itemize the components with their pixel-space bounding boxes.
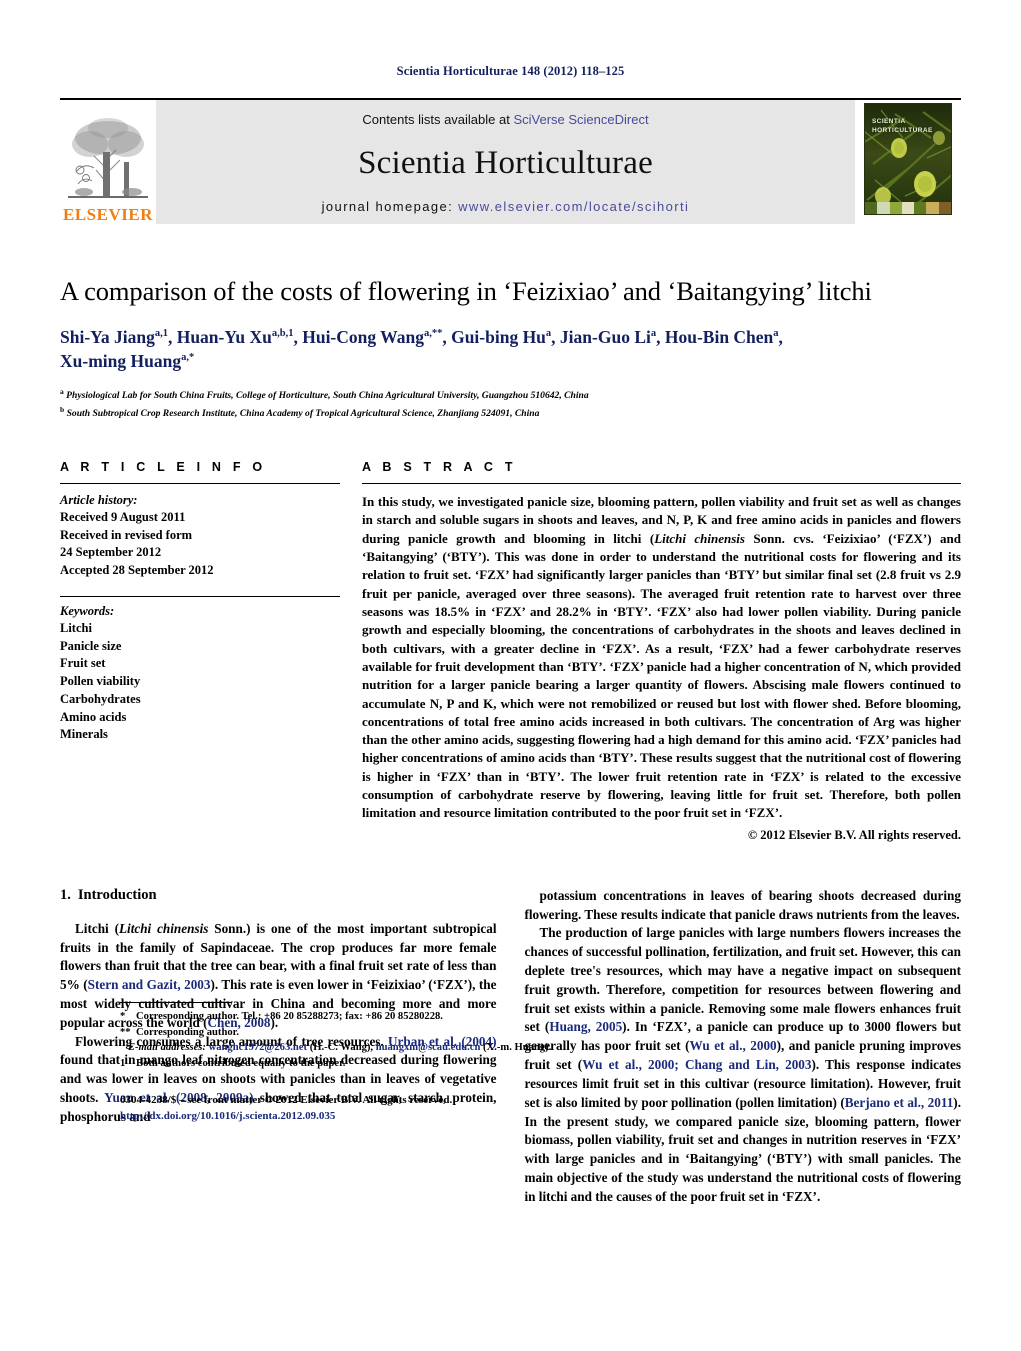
article-info-column: A R T I C L E I N F O Article history: R… — [60, 460, 340, 843]
footnote-text: Both authors contributed equally to the … — [136, 1057, 346, 1069]
divider — [60, 482, 340, 484]
info-and-abstract: A R T I C L E I N F O Article history: R… — [60, 460, 961, 843]
email-label: E-mail addresses: — [127, 1042, 206, 1054]
list-item: Pollen viability — [60, 674, 141, 689]
footnote-equal-contribution: 1 Both authors contributed equally to the… — [120, 1056, 557, 1072]
footnote-mark: 1 — [120, 1057, 126, 1069]
journal-homepage-line: journal homepage: www.elsevier.com/locat… — [322, 199, 690, 214]
author-line-2: Xu-ming Huanga,* — [60, 351, 195, 372]
journal-cover-thumbnail: SCIENTIA HORTICULTURAE — [855, 100, 961, 224]
footnote-corresponding-1: * Corresponding author. Tel.: +86 20 8528… — [120, 1009, 557, 1025]
keywords-list: Litchi Panicle size Fruit set Pollen viabil… — [60, 620, 340, 744]
list-item: Panicle size — [60, 638, 122, 653]
abstract-column: A B S T R A C T In this study, we invest… — [340, 460, 961, 843]
list-item: Received 9 August 2011 — [60, 509, 186, 524]
divider — [362, 482, 961, 484]
page-title: A comparison of the costs of flowering i… — [60, 276, 872, 306]
article-info-label: A R T I C L E I N F O — [60, 459, 267, 474]
masthead-center-panel: Contents lists available at SciVerse Sci… — [156, 100, 855, 224]
body-column-right: potassium concentrations in leaves of be… — [525, 887, 962, 1207]
list-item: Accepted 28 September 2012 — [60, 563, 214, 578]
keywords-label: Keywords: — [60, 603, 115, 618]
body-column-left: 1. Introduction Litchi (Litchi chinensis … — [60, 887, 551, 1207]
list-item: Received in revised form — [60, 527, 193, 542]
affiliation-b: b South Subtropical Crop Research Instit… — [60, 404, 540, 420]
intro-right-paragraphs: potassium concentrations in leaves of be… — [525, 887, 962, 1207]
journal-masthead: ELSEVIER Contents lists available at Sci… — [60, 98, 961, 224]
abstract-copyright: © 2012 Elsevier B.V. All rights reserved… — [747, 827, 961, 842]
body-columns: 1. Introduction Litchi (Litchi chinensis … — [60, 887, 961, 1207]
footnote-mark: * — [120, 1010, 126, 1022]
doi-link[interactable]: http://dx.doi.org/10.1016/j.scienta.2012… — [120, 1108, 557, 1125]
author-line-1: Shi-Ya Jianga,1, Huan-Yu Xua,b,1, Hui-Co… — [60, 326, 783, 347]
issn-line: 0304-4238/$ – see front matter © 2012 El… — [120, 1093, 453, 1106]
divider — [60, 595, 340, 597]
journal-homepage-link[interactable]: www.elsevier.com/locate/scihorti — [458, 199, 689, 214]
contents-available-line: Contents lists available at SciVerse Sci… — [362, 112, 648, 127]
list-item: Litchi — [60, 620, 92, 635]
cover-title-line2: HORTICULTURAE — [872, 126, 933, 134]
sciencedirect-link[interactable]: SciVerse ScienceDirect — [513, 112, 648, 127]
footnote-text: Corresponding author. — [136, 1026, 240, 1038]
section-heading-introduction: 1. Introduction — [60, 887, 497, 904]
cover-title-overlay: SCIENTIA HORTICULTURAE — [872, 118, 933, 136]
elsevier-wordmark: ELSEVIER — [63, 205, 153, 224]
homepage-prefix: journal homepage: — [321, 199, 459, 214]
footnote-mark: ** — [120, 1026, 131, 1038]
footnote-divider — [120, 1001, 232, 1003]
elsevier-logo: ELSEVIER — [60, 100, 156, 224]
list-item: Amino acids — [60, 709, 127, 724]
cover-image: SCIENTIA HORTICULTURAE — [864, 103, 952, 215]
contents-prefix: Contents lists available at — [362, 112, 514, 127]
footnote-text: Corresponding author. Tel.: +86 20 85288… — [136, 1010, 443, 1022]
footnote-corresponding-2: ** Corresponding author. — [120, 1025, 557, 1041]
article-history-list: Received 9 August 2011 Received in revise… — [60, 509, 340, 580]
affiliation-list: a Physiological Lab for South China Frui… — [60, 386, 961, 422]
abstract-text: In this study, we investigated panicle s… — [362, 493, 961, 821]
email-owner-1: (H.-C. Wang), — [309, 1042, 374, 1054]
abstract-label: A B S T R A C T — [362, 459, 517, 474]
elsevier-tree-icon — [66, 112, 150, 206]
list-item: Minerals — [60, 727, 108, 742]
author-list: Shi-Ya Jianga,1, Huan-Yu Xua,b,1, Hui-Co… — [60, 325, 961, 374]
list-item: Carbohydrates — [60, 691, 141, 706]
cover-bottom-strip — [865, 202, 951, 214]
list-item: 24 September 2012 — [60, 545, 162, 560]
paragraph: The production of large panicles with la… — [524, 925, 962, 1204]
article-first-page: Scientia Horticulturae 148 (2012) 118–12… — [0, 0, 1021, 1351]
section-title: Introduction — [77, 886, 157, 903]
section-number: 1. — [60, 886, 71, 903]
title-block: A comparison of the costs of flowering i… — [60, 276, 961, 422]
email-link-2[interactable]: huangxm@scau.edu.cn — [376, 1042, 481, 1053]
affiliation-a: a Physiological Lab for South China Frui… — [60, 386, 589, 401]
email-link-1[interactable]: wanghc1972@263.net — [209, 1042, 307, 1053]
article-history-label: Article history: — [60, 492, 138, 507]
list-item: Fruit set — [60, 656, 106, 671]
cover-title-line1: SCIENTIA — [872, 118, 906, 125]
running-head: Scientia Horticulturae 148 (2012) 118–12… — [396, 64, 625, 78]
imprint-block: 0304-4238/$ – see front matter © 2012 El… — [120, 1092, 557, 1125]
footnotes-block: * Corresponding author. Tel.: +86 20 8528… — [120, 1001, 557, 1125]
paragraph: potassium concentrations in leaves of be… — [524, 887, 962, 922]
journal-title: Scientia Horticulturae — [358, 144, 653, 181]
footnote-emails: E-mail addresses: wanghc1972@263.net (H.… — [120, 1040, 557, 1056]
